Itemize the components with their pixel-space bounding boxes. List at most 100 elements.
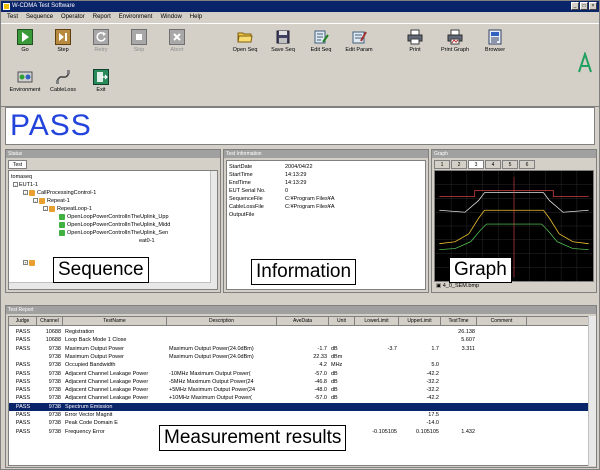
tree-horizontal-scrollbar[interactable] <box>9 282 211 289</box>
menu-operator[interactable]: Operator <box>57 12 89 22</box>
column-header-upper-limit[interactable]: UpperLimit <box>399 317 441 326</box>
cell-judge: PASS <box>15 420 31 427</box>
table-row[interactable]: PASS 9738 Adjacent Channel Leakage Power +5… <box>9 386 589 394</box>
graph-tab-1[interactable]: 1 <box>434 160 450 169</box>
cell-channel: 9738 <box>48 345 61 352</box>
tree-node[interactable]: - Repeat-1 <box>33 197 70 205</box>
cell-ave-data: -57.0 <box>314 370 327 377</box>
menu-test[interactable]: Test <box>3 12 22 22</box>
save-seq-button[interactable]: Save Seq <box>265 26 301 62</box>
table-row[interactable]: PASS 9738 Error Vector Magnit 17.5 <box>9 411 589 419</box>
floppy-icon <box>276 30 290 44</box>
column-header-unit[interactable]: Unit <box>329 317 355 326</box>
exit-button[interactable]: Exit <box>83 66 119 102</box>
close-button[interactable]: × <box>589 2 597 10</box>
cell-test-name: Loop Back Mode 1 Close <box>65 337 127 344</box>
collapse-icon[interactable]: - <box>13 182 18 188</box>
collapse-icon[interactable]: - <box>33 198 38 204</box>
info-key: EndTime <box>229 180 251 186</box>
graph-tab-3[interactable]: 3 <box>468 160 484 169</box>
tree-node[interactable]: + <box>23 259 37 267</box>
cell-comment <box>479 336 525 344</box>
open-seq-button[interactable]: Open Seq <box>227 26 263 62</box>
skip-button[interactable]: Skip <box>121 26 157 62</box>
window-controls: _ □ × <box>571 2 597 10</box>
edit-param-button[interactable]: Edit Param <box>341 26 377 62</box>
environment-button[interactable]: Environment <box>7 66 43 102</box>
menu-window[interactable]: Window <box>156 12 185 22</box>
maximize-button[interactable]: □ <box>580 2 588 10</box>
table-row[interactable]: PASS 10688 Loop Back Mode 1 Close 5.607 <box>9 336 589 344</box>
tree-node-label: EUT1-1 <box>19 182 38 188</box>
table-row[interactable]: 9738 Maximum Output Power Maximum Output P… <box>9 353 589 361</box>
cell-lower-limit: -0.105105 <box>372 428 397 435</box>
info-value: 0 <box>285 188 289 194</box>
cell-test-time <box>443 353 475 361</box>
column-header-judge[interactable]: Judge <box>9 317 37 326</box>
column-header-ave-data[interactable]: AveData <box>277 317 329 326</box>
cell-test-time <box>443 403 475 411</box>
menu-environment[interactable]: Environment <box>115 12 157 22</box>
info-value: 2004/04/22 <box>285 164 313 170</box>
collapse-icon[interactable]: - <box>43 206 48 212</box>
table-row[interactable]: PASS 9738 Occupied Bandwidth 4.2 MHz 5.0 <box>9 361 589 369</box>
column-header-description[interactable]: Description <box>167 317 277 326</box>
information-panel-title: Test Information <box>224 150 428 158</box>
cell-upper-limit: -32.2 <box>426 378 439 385</box>
retry-button[interactable]: Retry <box>83 26 119 62</box>
cell-unit: dB <box>331 370 338 377</box>
cell-lower-limit: -3.7 <box>387 345 397 352</box>
tree-vertical-scrollbar[interactable] <box>210 171 217 289</box>
cell-description <box>169 411 275 419</box>
go-button[interactable]: Go <box>7 26 43 62</box>
menu-sequence[interactable]: Sequence <box>22 12 57 22</box>
tree-node[interactable]: - CallProcessingControl-1 <box>23 189 96 197</box>
tree-node[interactable]: OpenLoopPowerControlInTheUplink_Upp <box>59 213 169 221</box>
abort-button[interactable]: Abort <box>159 26 195 62</box>
table-row[interactable]: PASS 9738 Adjacent Channel Leakage Power +1… <box>9 394 589 402</box>
tree-node[interactable]: - RepeatLoop-1 <box>43 205 92 213</box>
table-row[interactable]: PASS 9738 Adjacent Channel Leakage Power -5… <box>9 378 589 386</box>
column-header-lower-limit[interactable]: LowerLimit <box>355 317 399 326</box>
tree-node[interactable]: eat0-1 <box>139 237 155 245</box>
cell-channel: 9738 <box>48 387 61 394</box>
cell-test-name: Frequency Error <box>65 428 105 435</box>
expand-icon[interactable]: + <box>23 260 28 266</box>
graph-tab-4[interactable]: 4 <box>485 160 501 169</box>
table-row[interactable]: PASS 10688 Registration 26.138 <box>9 328 589 336</box>
cell-description <box>169 403 275 411</box>
tree-node[interactable]: OpenLoopPowerControlInTheUplink_Sen <box>59 229 168 237</box>
step-button[interactable]: Step <box>45 26 81 62</box>
print-graph-button[interactable]: Print Graph <box>437 26 473 62</box>
graph-file: ▣ 4_0_SEM.bmp <box>436 283 479 289</box>
cable-loss-button[interactable]: CableLoss <box>45 66 81 102</box>
edit-seq-button[interactable]: Edit Seq <box>303 26 339 62</box>
menu-help[interactable]: Help <box>186 12 206 22</box>
info-key: CableLossFile <box>229 204 264 210</box>
column-header-test-time[interactable]: TestTime <box>441 317 477 326</box>
table-row[interactable]: PASS 9738 Maximum Output Power Maximum Outp… <box>9 345 589 353</box>
column-header-channel[interactable]: Channel <box>37 317 63 326</box>
table-row[interactable]: PASS 9738 Spectrum Emission <box>9 402 589 411</box>
graph-tab-5[interactable]: 5 <box>502 160 518 169</box>
tree-node[interactable]: - EUT1-1 <box>13 181 38 189</box>
menu-report[interactable]: Report <box>89 12 115 22</box>
repeat-icon <box>39 197 45 204</box>
graph-tab-6[interactable]: 6 <box>519 160 535 169</box>
print-button[interactable]: Print <box>397 26 433 62</box>
status-bar <box>1 461 599 469</box>
cell-comment <box>479 353 525 361</box>
graph-tab-2[interactable]: 2 <box>451 160 467 169</box>
tree-node[interactable]: tomaseq <box>11 173 32 181</box>
column-header-test-name[interactable]: TestName <box>63 317 167 326</box>
results-vertical-scrollbar[interactable] <box>588 316 596 466</box>
column-header-comment[interactable]: Comment <box>477 317 527 326</box>
browser-label: Browser <box>484 47 506 53</box>
browser-button[interactable]: Browser <box>477 26 513 62</box>
table-row[interactable]: PASS 9738 Adjacent Channel Leakage Power -1… <box>9 370 589 378</box>
cell-ave-data: 4.2 <box>319 362 327 369</box>
tab-test[interactable]: Test <box>8 160 28 169</box>
minimize-button[interactable]: _ <box>571 2 579 10</box>
collapse-icon[interactable]: - <box>23 190 28 196</box>
tree-node[interactable]: OpenLoopPowerControlInTheUplink_Midd <box>59 221 170 229</box>
